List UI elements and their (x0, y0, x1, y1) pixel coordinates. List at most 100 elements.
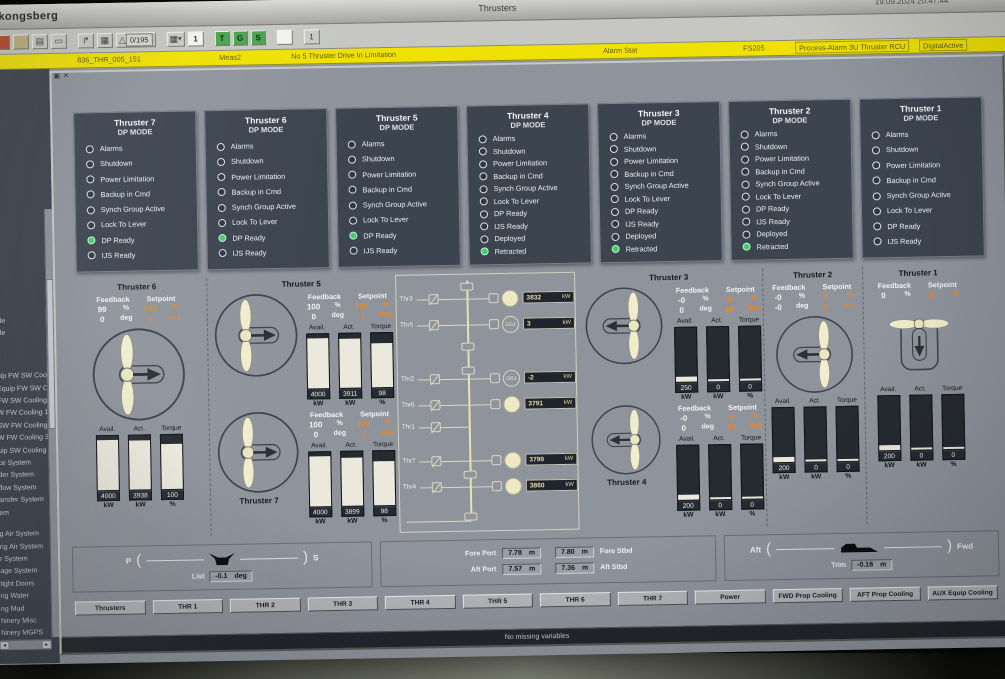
bar-unit: kW (341, 518, 364, 525)
fore-port-label: Fore Port (465, 550, 496, 558)
bottom-button-fwd-prop-cooling[interactable]: FWD Prop Cooling (772, 588, 843, 603)
toggle-g-button[interactable]: G (232, 30, 247, 45)
dp-mode-panel-row: Thruster 7DP MODEAlarmsShutdownPower Lim… (52, 96, 1005, 273)
diagram-line (469, 298, 489, 299)
toolbar-button[interactable]: ▭ (51, 33, 67, 48)
dp-status-item: DP Ready (873, 220, 979, 231)
bar-label: Torque (737, 316, 760, 325)
setpoint-header: Setpoint (348, 291, 396, 301)
bar-label: Torque (372, 441, 395, 450)
bottom-button-thr-2[interactable]: THR 2 (230, 598, 301, 613)
dp-status-item: DP Ready (480, 208, 586, 219)
bottom-button-thr-7[interactable]: THR 7 (617, 591, 688, 606)
page-menu-button[interactable]: ▦ ▾ (166, 31, 184, 46)
scroll-right-arrow-icon[interactable]: ▸ (42, 640, 52, 649)
power-value-box: -2kW (524, 371, 576, 384)
status-indicator-power-limitation (348, 171, 356, 179)
status-label: Power Limitation (886, 160, 940, 170)
bar-unit: % (942, 461, 965, 468)
status-indicator-alarms (348, 140, 356, 148)
diagram-line (417, 325, 429, 326)
thruster1-tunnel-symbol (869, 302, 970, 384)
trim-value-box: -0.18 m (851, 559, 892, 571)
status-label: DP Ready (756, 204, 789, 214)
alarm-list-button[interactable]: △ 0/195 (116, 32, 156, 48)
diagram-label-thr2: Thr2 (401, 376, 414, 383)
status-label: Backup in Cmd (231, 187, 281, 197)
bar-value: 0 (709, 500, 732, 510)
alarm-ack-button[interactable] (0, 34, 10, 49)
toolbar-button[interactable]: ↱ (78, 33, 94, 48)
blank-button[interactable] (276, 29, 292, 44)
bottom-button-thr-4[interactable]: THR 4 (385, 595, 456, 610)
trim-indicator-panel: Aft ( ) Fwd Trim -0.18 m (724, 530, 1000, 581)
pane-icon[interactable]: ▣ (53, 72, 60, 80)
dp-status-item: Retracted (481, 245, 587, 256)
feedback-azimuth-value: 0 (671, 424, 697, 433)
scale-line (776, 548, 834, 550)
bottom-button-thr-5[interactable]: THR 5 (462, 594, 533, 609)
feedback-percent-value: 100 (301, 302, 327, 311)
dp-status-item: Power Limitation (610, 156, 716, 167)
bar-value: 200 (878, 451, 901, 461)
page-number-box[interactable]: 1 (187, 31, 203, 46)
ship-attitude-strip: P ( ) S List -0.1 deg (72, 530, 1000, 592)
power-oneline-diagram: Thr33832kWThr5DG23kWThr2DG1-2kWThr63791k… (395, 272, 580, 533)
bar-fill (742, 496, 763, 499)
bar-act-: Act.0kW (803, 397, 827, 480)
draft-unit: m (529, 548, 535, 557)
status-label: Power Limitation (755, 154, 809, 164)
status-indicator-dp-ready (87, 236, 95, 244)
bottom-button-thr-6[interactable]: THR 6 (540, 592, 611, 607)
sidebar-horizontal-scrollbar[interactable]: ◂ ▸ (0, 639, 52, 650)
diagram-line (472, 486, 492, 487)
bar-value: 4000 (97, 491, 120, 501)
bottom-button-thrusters[interactable]: Thrusters (75, 600, 146, 615)
bar-unit: kW (773, 474, 796, 481)
status-indicator-synch-group-active (741, 180, 749, 188)
toolbar-button[interactable]: ▦ (97, 32, 113, 47)
aft-port-value-box: 7.57 m (502, 563, 541, 575)
setpoint-azimuth-value: 0 (137, 314, 163, 323)
bottom-button-aft-prop-cooling[interactable]: AFT Prop Cooling (850, 587, 921, 602)
bar-avail-: Avail.4000kW (305, 324, 329, 407)
bar-value: 0 (739, 381, 762, 391)
status-indicator-ijs-ready (873, 237, 881, 245)
status-indicator-shutdown (348, 156, 356, 164)
percent-unit: % (896, 291, 918, 300)
tab-button[interactable]: 1 (303, 29, 319, 44)
bottom-button-thr-1[interactable]: THR 1 (152, 599, 223, 614)
dp-status-item: Alarms (348, 138, 454, 149)
bottom-button-thr-3[interactable]: THR 3 (307, 596, 378, 611)
setpoint-percent-value: 100 (349, 301, 375, 310)
thruster1-title: Thruster 1 (868, 268, 968, 279)
bar-fill (97, 440, 119, 490)
bar-label: Torque (739, 434, 762, 443)
sidebar-item-ac-alarms[interactable]: AC Alarms (0, 661, 60, 664)
close-icon[interactable]: ✕ (63, 72, 69, 80)
bottom-button-power[interactable]: Power (695, 589, 766, 604)
dp-status-item: Backup in Cmd (872, 174, 978, 185)
status-label: IJS Ready (494, 221, 528, 231)
bottom-button-aux-equip-cooling[interactable]: AUX Equip Cooling (927, 585, 998, 600)
aft-stbd-value-box: 7.36 m (555, 562, 594, 574)
dp-status-item: IJS Ready (873, 235, 979, 246)
power-value: 3791 (528, 400, 543, 407)
toolbar-button[interactable]: ▤ (32, 34, 48, 49)
diagram-line (471, 460, 491, 461)
bar-value: 0 (741, 499, 764, 509)
status-indicator-alarms (741, 131, 749, 139)
diagram-line (419, 461, 431, 462)
scroll-left-arrow-icon[interactable]: ◂ (0, 641, 10, 650)
thruster5-7-column: Thruster 5FeedbackSetpoint100%100%0deg-1… (207, 275, 400, 536)
status-indicator-retracted (481, 247, 489, 255)
power-value: 3799 (529, 456, 544, 463)
alarm-code: FS205 (743, 43, 765, 52)
alarm-silence-button[interactable] (13, 34, 29, 49)
toggle-s-button[interactable]: S (250, 30, 265, 45)
dp-status-item: IJS Ready (480, 220, 586, 231)
bar-frame (370, 332, 394, 388)
scale-line (240, 557, 298, 559)
thruster2-azimuth-symbol (769, 314, 859, 396)
toggle-t-button[interactable]: T (214, 30, 229, 45)
